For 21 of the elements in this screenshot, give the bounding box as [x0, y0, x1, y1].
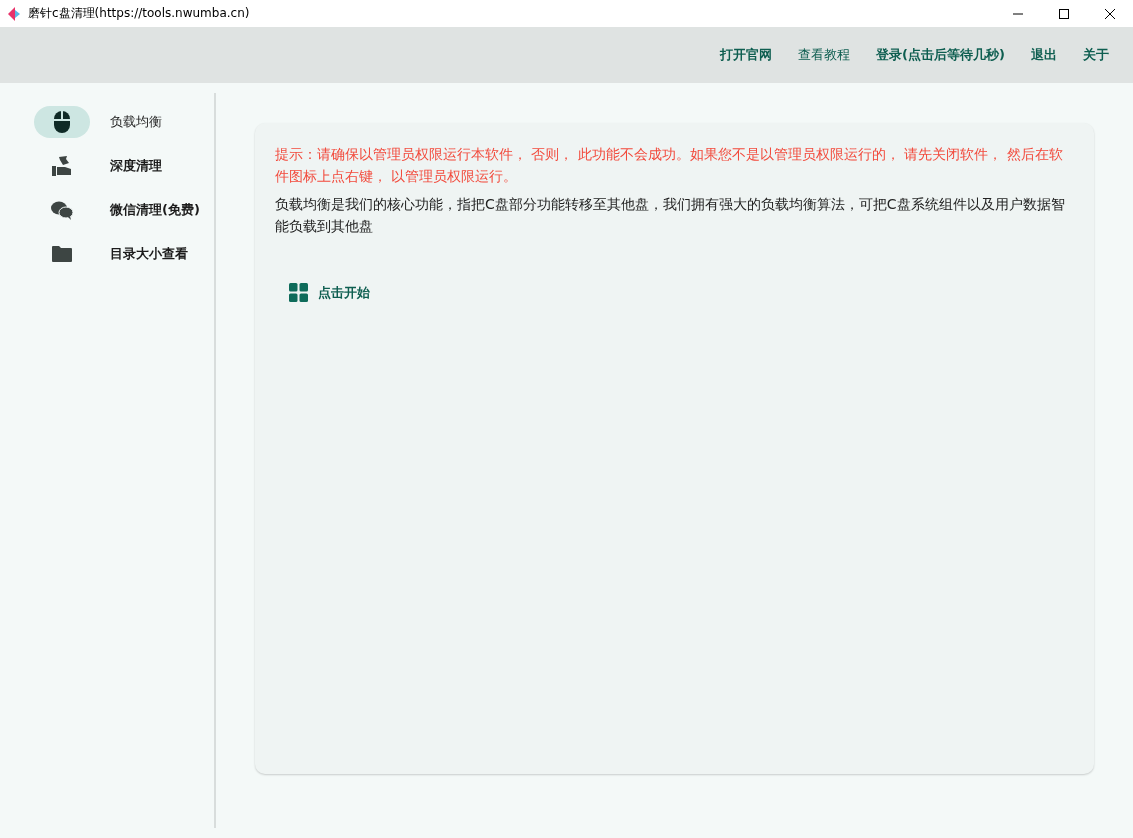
sidebar-item[interactable]: 深度清理: [34, 150, 214, 182]
menu-link[interactable]: 关于: [1071, 40, 1121, 70]
mouse-icon: [53, 110, 71, 134]
folder-icon: [51, 245, 73, 263]
hand-bucket-icon: [51, 155, 73, 177]
maximize-icon: [1059, 8, 1069, 19]
sidebar-item[interactable]: 微信清理(免费): [34, 194, 214, 226]
app-logo-icon: [8, 6, 20, 21]
close-icon: [1105, 8, 1115, 19]
sidebar-item[interactable]: 负载均衡: [34, 106, 214, 138]
chat-bubbles-icon: [50, 200, 74, 220]
menu-link[interactable]: 查看教程: [786, 40, 863, 70]
menu-link[interactable]: 打开官网: [708, 40, 785, 70]
warning-text: 提示：请确保以管理员权限运行本软件， 否则， 此功能不会成功。如果您不是以管理员权限运行的， 请先关闭软件， 然后在软件图标上点右键， 以管理员权限运行。: [275, 145, 1064, 186]
menu-link[interactable]: 退出: [1019, 40, 1069, 70]
sidebar-item[interactable]: 目录大小查看: [34, 238, 214, 270]
window-title: 磨针c盘清理(https://tools.nwumba.cn): [28, 5, 250, 22]
start-button[interactable]: 点击开始: [289, 279, 370, 306]
description-text: 负载均衡是我们的核心功能，指把C盘部分功能转移至其他盘，我们拥有强大的负载均衡算法，可把C盘系统组件以及用户数据智能负载到其他盘: [275, 195, 1066, 236]
menu-link[interactable]: 登录(点击后等待几秒): [864, 40, 1017, 70]
grid-icon: [289, 283, 308, 302]
